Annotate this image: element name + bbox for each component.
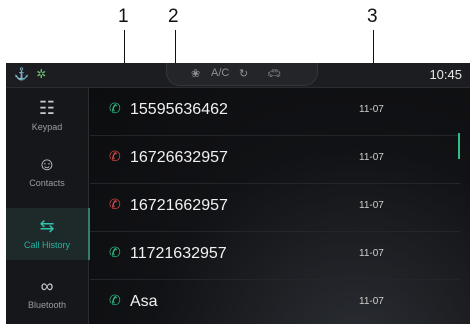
sidebar-item-label: Bluetooth	[27, 300, 67, 310]
call-history-list: ✆ 15595636462 11-07 ✆ 16726632957 11-07 …	[90, 88, 470, 324]
sidebar: ☷ Keypad ☺ Contacts ⇆ Call History ∞ Blu…	[6, 88, 91, 324]
bluetooth-icon: ✲	[36, 67, 47, 81]
call-name: 15595636462	[130, 101, 228, 118]
call-history-icon: ⇆	[39, 216, 55, 236]
call-date: 11-07	[359, 248, 384, 259]
contacts-icon: ☺	[37, 154, 57, 174]
car-icon: 🚗︎	[267, 68, 281, 80]
incoming-call-icon: ✆	[109, 244, 121, 260]
recirculation-icon: ↻	[239, 68, 249, 80]
sidebar-item-label: Call History	[23, 240, 70, 250]
call-row[interactable]: ✆ 16721662957 11-07	[90, 184, 460, 232]
sidebar-item-bluetooth[interactable]: ∞ Bluetooth	[6, 268, 88, 320]
call-name: Asa	[130, 293, 158, 310]
climate-status[interactable]: ❀ A/C ↻ 🚗︎	[166, 63, 318, 86]
call-date: 11-07	[359, 152, 384, 163]
usb-icon: ⚓	[14, 67, 29, 81]
sidebar-item-contacts[interactable]: ☺ Contacts	[6, 146, 88, 198]
fan-icon: ❀	[191, 68, 201, 80]
missed-call-icon: ✆	[109, 196, 121, 212]
status-bar: ⚓ ✲ ❀ A/C ↻ 🚗︎ 10:45	[6, 63, 470, 88]
call-row[interactable]: ✆ 16726632957 11-07	[90, 136, 460, 184]
sidebar-item-label: Contacts	[29, 178, 65, 188]
callout-2: 2	[168, 6, 179, 27]
missed-call-icon: ✆	[109, 148, 121, 164]
keypad-icon: ☷	[38, 98, 56, 118]
call-name: 16721662957	[130, 197, 228, 214]
call-date: 11-07	[359, 296, 384, 307]
call-name: 16726632957	[130, 149, 228, 166]
call-row[interactable]: ✆ 15595636462 11-07	[90, 88, 460, 136]
call-row[interactable]: ✆ 11721632957 11-07	[90, 232, 460, 280]
call-row[interactable]: ✆ Asa 11-07	[90, 280, 460, 324]
call-date: 11-07	[359, 104, 384, 115]
call-date: 11-07	[359, 200, 384, 211]
head-unit-screen: ⚓ ✲ ❀ A/C ↻ 🚗︎ 10:45 ☷ Keypad ☺ Contacts…	[6, 63, 470, 324]
sidebar-item-keypad[interactable]: ☷ Keypad	[6, 90, 88, 142]
clock: 10:45	[429, 67, 462, 82]
sidebar-item-label: Keypad	[31, 122, 63, 132]
incoming-call-icon: ✆	[109, 100, 121, 116]
ac-label: A/C	[211, 67, 230, 79]
incoming-call-icon: ✆	[109, 292, 121, 308]
callout-3: 3	[367, 6, 378, 27]
scrollbar[interactable]	[458, 133, 460, 159]
callout-1: 1	[118, 6, 129, 27]
sidebar-item-call-history[interactable]: ⇆ Call History	[6, 208, 91, 260]
call-name: 11721632957	[130, 245, 227, 262]
bluetooth-link-icon: ∞	[40, 276, 54, 296]
